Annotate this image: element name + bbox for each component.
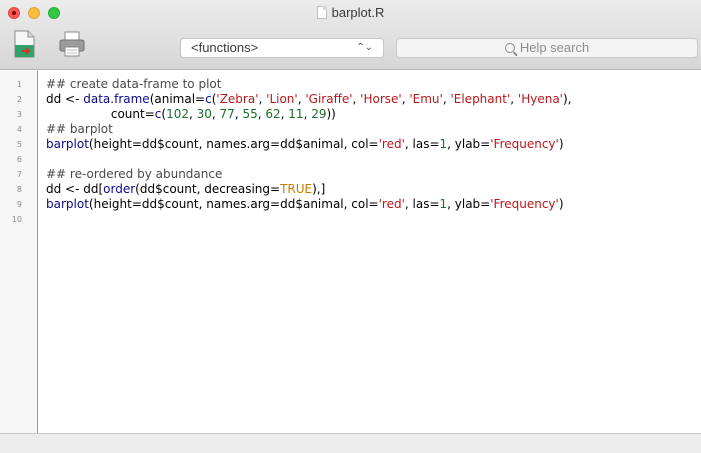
- code-token-string: 'Frequency': [490, 137, 559, 151]
- code-token-string: 'Emu': [409, 92, 443, 106]
- window-title-text: barplot.R: [331, 5, 385, 20]
- code-line[interactable]: count=c(102, 30, 77, 55, 62, 11, 29)): [46, 107, 336, 122]
- code-line[interactable]: barplot(height=dd$count, names.arg=dd$an…: [46, 137, 564, 152]
- code-token-number: 11: [288, 107, 304, 121]
- code-token-plain: (height=dd$count, names.arg=dd$animal, c…: [88, 137, 379, 151]
- code-token-plain: ,: [211, 107, 220, 121]
- code-token-plain: , las=: [404, 137, 440, 151]
- code-token-number: 55: [242, 107, 258, 121]
- code-token-plain: (dd$count, decreasing=: [135, 182, 281, 196]
- code-token-plain: , las=: [404, 197, 440, 211]
- code-token-keyword: TRUE: [280, 182, 313, 196]
- code-token-plain: ),: [562, 92, 572, 106]
- line-number-gutter: 1 2 3 4 5 6 7 8 9 10: [0, 71, 38, 433]
- code-token-number: 1: [439, 197, 448, 211]
- code-line[interactable]: dd <- data.frame(animal=c('Zebra', 'Lion…: [46, 92, 571, 107]
- document-icon: [316, 6, 327, 19]
- printer-icon[interactable]: [57, 29, 87, 59]
- code-token-number: 1: [439, 137, 448, 151]
- functions-dropdown[interactable]: <functions> ⌃⌄: [180, 38, 384, 58]
- code-token-plain: ,: [510, 92, 518, 106]
- code-token-plain: , ylab=: [447, 137, 491, 151]
- search-icon: [504, 43, 515, 53]
- line-number: 6: [16, 155, 22, 164]
- code-token-plain: ): [558, 137, 564, 151]
- line-number: 5: [16, 140, 22, 149]
- code-line[interactable]: ## create data-frame to plot: [46, 77, 221, 92]
- code-token-number: 29: [311, 107, 327, 121]
- code-line[interactable]: ## barplot: [46, 122, 113, 137]
- code-token-plain: dd <- dd[: [46, 182, 104, 196]
- code-token-string: 'Horse': [360, 92, 402, 106]
- code-token-number: 62: [265, 107, 281, 121]
- functions-dropdown-label: <functions>: [191, 40, 259, 55]
- code-token-func: barplot: [46, 137, 89, 151]
- line-number: 2: [16, 95, 22, 104]
- line-number: 10: [11, 215, 22, 224]
- code-token-plain: (animal=: [149, 92, 206, 106]
- code-line[interactable]: barplot(height=dd$count, names.arg=dd$an…: [46, 197, 564, 212]
- code-token-string: 'Elephant': [450, 92, 511, 106]
- status-bar: [0, 433, 701, 453]
- title-toolbar: barplot.R <functions> ⌃⌄ Help search: [0, 0, 701, 70]
- code-token-string: 'Frequency': [490, 197, 559, 211]
- code-token-string: 'Zebra': [216, 92, 259, 106]
- code-token-string: 'Giraffe': [305, 92, 353, 106]
- line-number: 1: [16, 80, 22, 89]
- help-search-placeholder: Help search: [519, 40, 590, 55]
- code-token-func: data.frame: [83, 92, 150, 106]
- code-token-func: barplot: [46, 197, 89, 211]
- line-number: 9: [16, 200, 22, 209]
- code-token-number: 30: [196, 107, 212, 121]
- code-token-plain: (height=dd$count, names.arg=dd$animal, c…: [88, 197, 379, 211]
- code-token-plain: ,: [188, 107, 197, 121]
- code-editor[interactable]: 1 2 3 4 5 6 7 8 9 10 ## create data-frame to plot…: [0, 71, 701, 433]
- line-number: 3: [16, 110, 22, 119]
- code-token-func: order: [103, 182, 136, 196]
- code-token-string: 'Hyena': [517, 92, 563, 106]
- code-token-comment: ## create data-frame to plot: [46, 77, 222, 91]
- code-token-string: 'Lion': [266, 92, 298, 106]
- code-token-number: 77: [219, 107, 235, 121]
- chevron-updown-icon: ⌃⌄: [356, 42, 373, 53]
- editor-window: barplot.R <functions> ⌃⌄ Help search 1 2 3…: [0, 0, 701, 453]
- window-title: barplot.R: [0, 5, 701, 20]
- code-line[interactable]: dd <- dd[order(dd$count, decreasing=TRUE…: [46, 182, 325, 197]
- code-token-plain: dd <-: [46, 92, 84, 106]
- line-number: 7: [16, 170, 22, 179]
- new-document-icon[interactable]: [12, 29, 38, 59]
- code-token-number: 102: [166, 107, 189, 121]
- line-number: 8: [16, 185, 22, 194]
- code-token-plain: ,: [258, 92, 267, 106]
- code-token-string: 'red': [378, 197, 405, 211]
- code-token-comment: ## re-ordered by abundance: [46, 167, 223, 181]
- help-search-input[interactable]: Help search: [396, 38, 698, 58]
- code-token-comment: ## barplot: [46, 122, 113, 136]
- code-token-plain: ): [558, 197, 564, 211]
- code-line[interactable]: ## re-ordered by abundance: [46, 167, 222, 182]
- code-token-string: 'red': [378, 137, 405, 151]
- code-token-func: c: [205, 92, 212, 106]
- code-token-plain: count=: [46, 107, 155, 121]
- line-number: 4: [16, 125, 22, 134]
- code-token-plain: , ylab=: [447, 197, 491, 211]
- code-token-plain: ),]: [312, 182, 326, 196]
- code-token-plain: )): [326, 107, 336, 121]
